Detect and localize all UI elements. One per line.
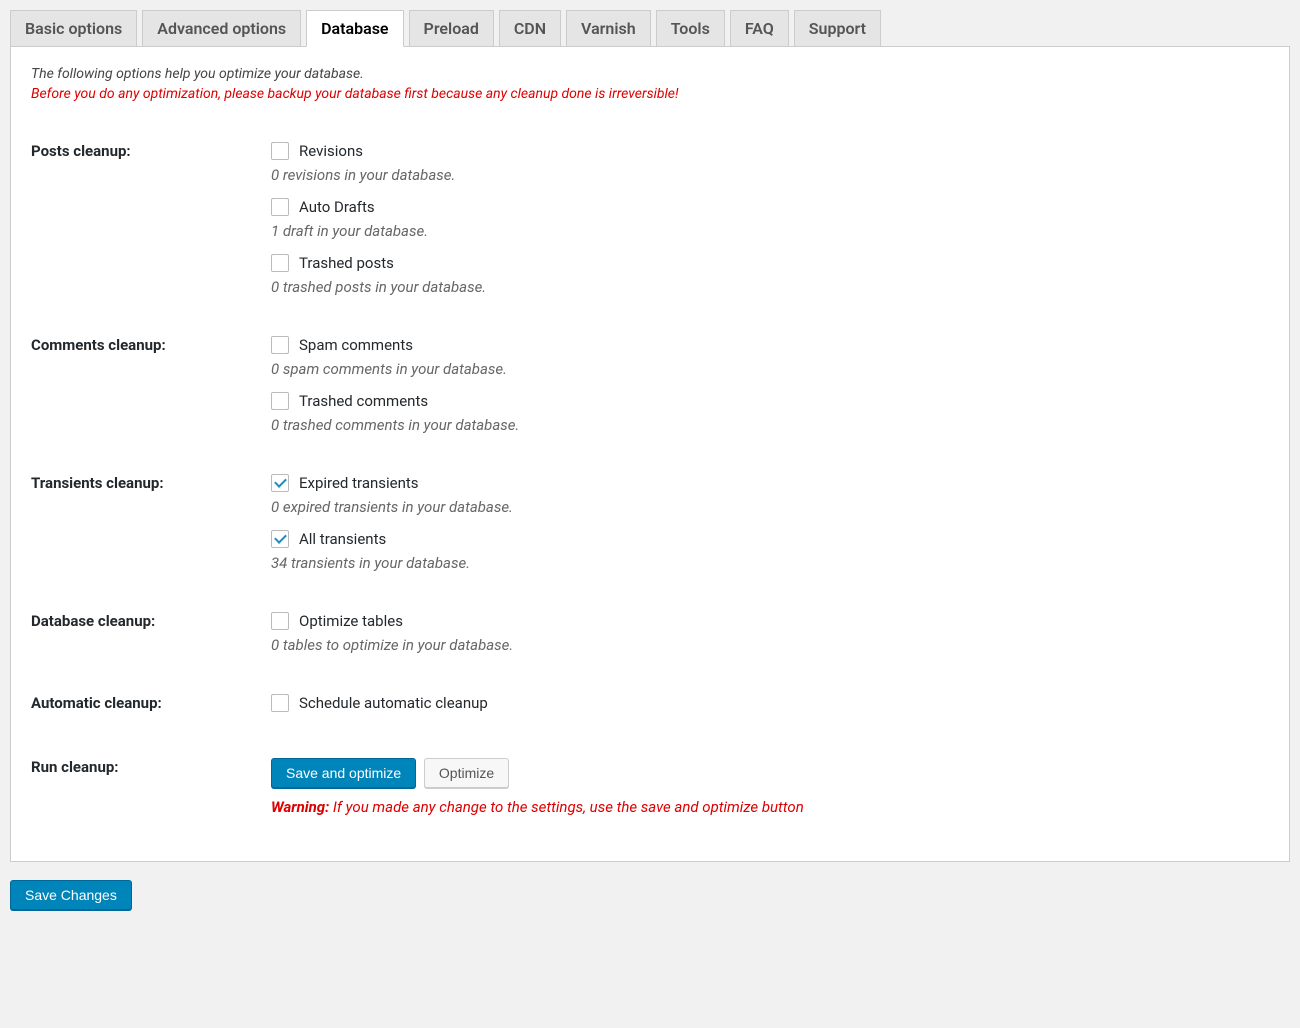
desc-auto-drafts: 1 draft in your database. [271,222,1269,240]
section-transients-title: Transients cleanup: [31,454,271,592]
tab-basic-options[interactable]: Basic options [10,10,137,47]
label-trashed-posts: Trashed posts [299,254,394,272]
optimize-button[interactable]: Optimize [424,758,509,788]
section-database-title: Database cleanup: [31,592,271,674]
intro-text: The following options help you optimize … [31,66,1269,82]
section-run-title: Run cleanup: [31,738,271,836]
label-auto-drafts: Auto Drafts [299,198,375,216]
tab-cdn[interactable]: CDN [499,10,561,47]
label-trashed-comments: Trashed comments [299,392,428,410]
tab-varnish[interactable]: Varnish [566,10,651,47]
desc-all-transients: 34 transients in your database. [271,554,1269,572]
tab-support[interactable]: Support [794,10,881,47]
desc-revisions: 0 revisions in your database. [271,166,1269,184]
checkbox-trashed-comments[interactable] [271,392,289,410]
section-automatic-title: Automatic cleanup: [31,674,271,738]
checkbox-all-transients[interactable] [271,530,289,548]
tab-tools[interactable]: Tools [656,10,725,47]
checkbox-revisions[interactable] [271,142,289,160]
label-spam-comments: Spam comments [299,336,413,354]
checkbox-expired-transients[interactable] [271,474,289,492]
tab-nav: Basic options Advanced options Database … [10,10,1290,46]
tab-database[interactable]: Database [306,10,403,47]
label-expired-transients: Expired transients [299,474,419,492]
run-warning: Warning: If you made any change to the s… [271,798,1269,816]
label-schedule-automatic: Schedule automatic cleanup [299,694,488,712]
checkbox-auto-drafts[interactable] [271,198,289,216]
checkbox-trashed-posts[interactable] [271,254,289,272]
tab-faq[interactable]: FAQ [730,10,789,47]
label-all-transients: All transients [299,530,386,548]
checkbox-spam-comments[interactable] [271,336,289,354]
settings-panel: The following options help you optimize … [10,46,1290,862]
desc-expired-transients: 0 expired transients in your database. [271,498,1269,516]
tab-advanced-options[interactable]: Advanced options [142,10,301,47]
desc-trashed-posts: 0 trashed posts in your database. [271,278,1269,296]
checkbox-optimize-tables[interactable] [271,612,289,630]
label-revisions: Revisions [299,142,363,160]
checkbox-schedule-automatic[interactable] [271,694,289,712]
save-changes-button[interactable]: Save Changes [10,880,132,910]
section-posts-title: Posts cleanup: [31,122,271,316]
desc-optimize-tables: 0 tables to optimize in your database. [271,636,1269,654]
tab-preload[interactable]: Preload [409,10,494,47]
intro-warning: Before you do any optimization, please b… [31,86,1269,102]
label-optimize-tables: Optimize tables [299,612,403,630]
section-comments-title: Comments cleanup: [31,316,271,454]
save-and-optimize-button[interactable]: Save and optimize [271,758,416,788]
desc-spam-comments: 0 spam comments in your database. [271,360,1269,378]
desc-trashed-comments: 0 trashed comments in your database. [271,416,1269,434]
